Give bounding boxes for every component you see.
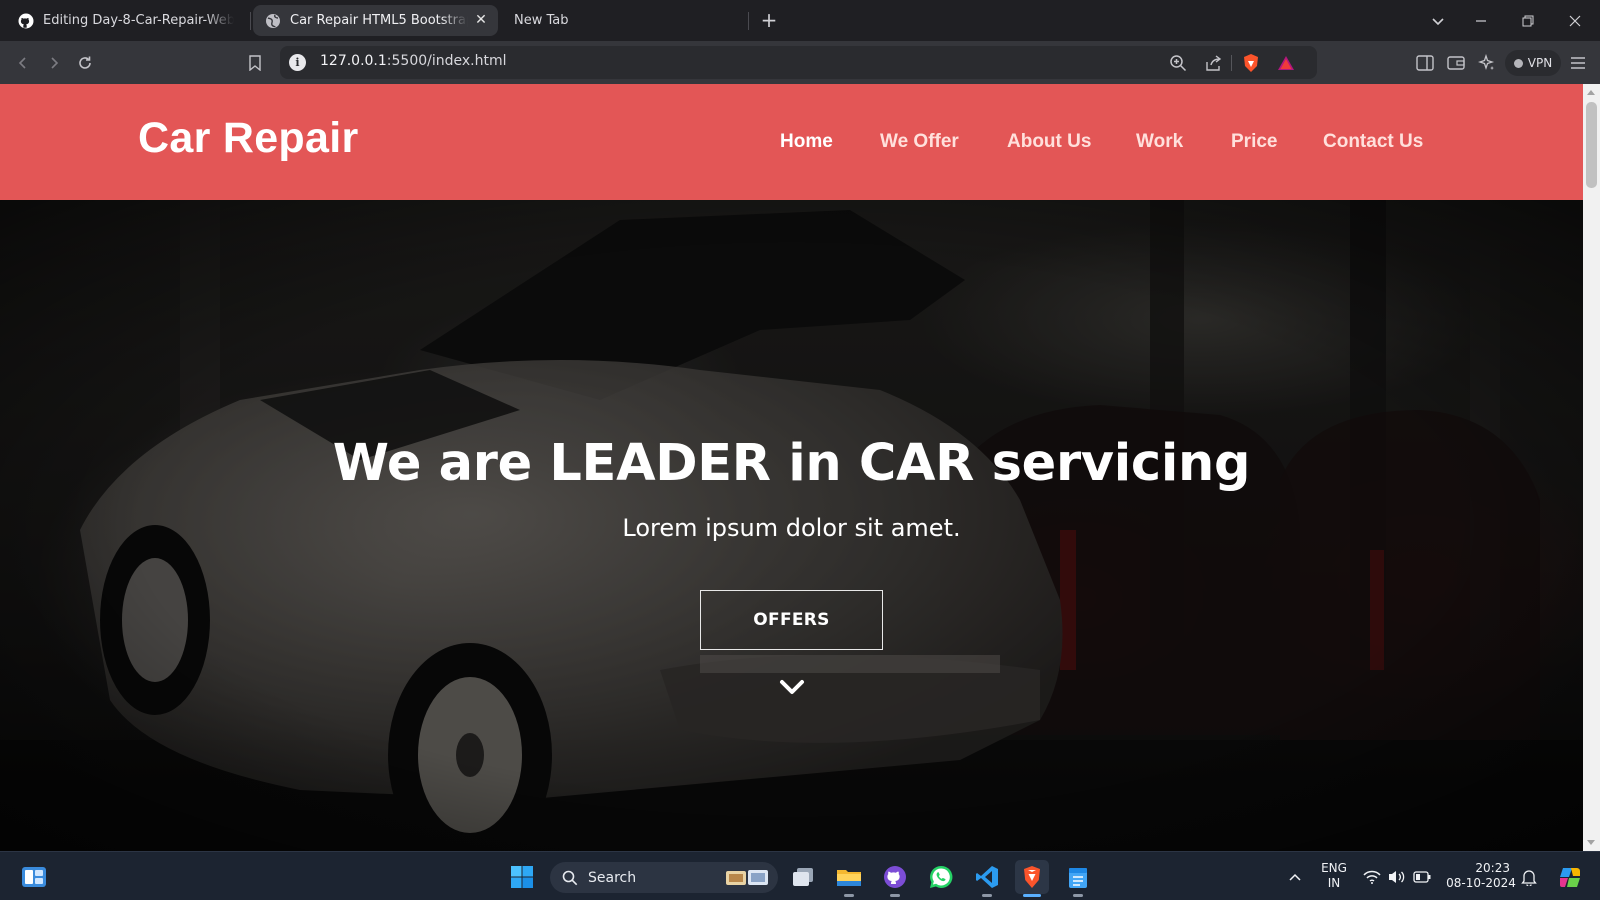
wallet-icon[interactable] bbox=[1443, 50, 1469, 76]
hero-subtitle: Lorem ipsum dolor sit amet. bbox=[622, 514, 961, 542]
wifi-icon[interactable] bbox=[1362, 867, 1382, 887]
tab-new-tab[interactable]: New Tab bbox=[500, 5, 740, 36]
close-window-icon[interactable] bbox=[1562, 8, 1588, 34]
task-view-icon[interactable] bbox=[786, 860, 820, 894]
tab-title: Car Repair HTML5 Bootstrap Te bbox=[290, 13, 468, 28]
vpn-label: VPN bbox=[1527, 56, 1553, 70]
widgets-icon[interactable] bbox=[17, 860, 51, 894]
sidebar-toggle-icon[interactable] bbox=[1412, 50, 1438, 76]
offers-button[interactable]: OFFERS bbox=[700, 590, 883, 650]
scrollbar-thumb[interactable] bbox=[1586, 102, 1597, 188]
tab-separator bbox=[748, 12, 749, 30]
notepad-icon[interactable] bbox=[1061, 860, 1095, 897]
url-host: 127.0.0.1 bbox=[320, 53, 387, 69]
brave-icon[interactable] bbox=[1015, 860, 1049, 897]
hero-title: We are LEADER in CAR servicing bbox=[332, 434, 1251, 493]
tab-search-chevron-icon[interactable] bbox=[1425, 8, 1451, 34]
brave-shields-icon[interactable] bbox=[1238, 50, 1264, 76]
copilot-icon[interactable] bbox=[1557, 864, 1583, 890]
vpn-button[interactable]: VPN bbox=[1505, 50, 1561, 76]
vscode-icon[interactable] bbox=[970, 860, 1004, 897]
restore-icon[interactable] bbox=[1515, 8, 1541, 34]
browser-toolbar: i 127.0.0.1:5500/index.html VPN bbox=[0, 41, 1600, 84]
tab-title: New Tab bbox=[514, 13, 569, 28]
start-icon[interactable] bbox=[505, 860, 539, 894]
browser-tab-strip: Editing Day-8-Car-Repair-Website-T Car R… bbox=[0, 0, 1600, 41]
region-code: IN bbox=[1327, 876, 1341, 890]
tab-car-repair[interactable]: Car Repair HTML5 Bootstrap Te ✕ bbox=[253, 5, 498, 36]
clock[interactable]: 20:23 08-10-2024 bbox=[1444, 861, 1518, 891]
nav-link-price[interactable]: Price bbox=[1231, 131, 1277, 153]
forward-arrow-icon[interactable] bbox=[41, 50, 67, 76]
omnibox-divider bbox=[1231, 55, 1232, 71]
zoom-icon[interactable] bbox=[1165, 50, 1191, 76]
nav-link-contact-us[interactable]: Contact Us bbox=[1323, 131, 1423, 153]
nav-link-about-us[interactable]: About Us bbox=[1007, 131, 1091, 153]
tab-separator bbox=[250, 12, 251, 30]
page-viewport: Car Repair Home We Offer About Us Work P… bbox=[0, 84, 1583, 851]
scroll-up-arrow-icon[interactable] bbox=[1587, 90, 1595, 95]
share-icon[interactable] bbox=[1200, 50, 1226, 76]
github-icon bbox=[18, 13, 34, 29]
menu-icon[interactable] bbox=[1565, 50, 1591, 76]
language-code: ENG bbox=[1321, 861, 1347, 875]
globe-icon bbox=[265, 13, 281, 29]
bookmark-icon[interactable] bbox=[242, 50, 268, 76]
running-indicator bbox=[982, 894, 992, 897]
running-indicator bbox=[1073, 894, 1083, 897]
back-arrow-icon[interactable] bbox=[10, 50, 36, 76]
site-brand-logo[interactable]: Car Repair bbox=[138, 114, 358, 163]
url-path: :5500/index.html bbox=[386, 53, 507, 69]
running-indicator bbox=[844, 894, 854, 897]
clock-date: 08-10-2024 bbox=[1446, 876, 1516, 890]
leo-ai-icon[interactable] bbox=[1474, 50, 1500, 76]
notification-bell-icon[interactable] bbox=[1519, 867, 1539, 887]
nav-link-we-offer[interactable]: We Offer bbox=[880, 131, 959, 153]
tab-editing-repo[interactable]: Editing Day-8-Car-Repair-Website-T bbox=[6, 5, 246, 36]
tab-title: Editing Day-8-Car-Repair-Website-T bbox=[43, 13, 234, 28]
site-info-icon[interactable]: i bbox=[289, 54, 306, 71]
reload-icon[interactable] bbox=[72, 50, 98, 76]
nav-link-home[interactable]: Home bbox=[780, 131, 833, 153]
taskbar-search-box[interactable]: Search bbox=[550, 862, 778, 893]
address-bar[interactable]: i 127.0.0.1:5500/index.html bbox=[280, 46, 1317, 79]
running-indicator bbox=[890, 894, 900, 897]
running-indicator bbox=[1023, 894, 1041, 897]
site-navbar: Car Repair Home We Offer About Us Work P… bbox=[0, 84, 1583, 200]
windows-taskbar: Search ENG IN 20:23 08-10-2024 bbox=[0, 851, 1600, 900]
search-label: Search bbox=[588, 869, 637, 886]
brave-rewards-icon[interactable] bbox=[1273, 50, 1299, 76]
url-text[interactable]: 127.0.0.1:5500/index.html bbox=[320, 53, 507, 69]
vpn-status-icon bbox=[1513, 58, 1523, 68]
search-icon bbox=[562, 870, 578, 885]
close-icon[interactable]: ✕ bbox=[472, 11, 490, 29]
new-tab-plus-icon[interactable]: + bbox=[757, 8, 781, 32]
minimize-icon[interactable] bbox=[1468, 8, 1494, 34]
input-language-indicator[interactable]: ENG IN bbox=[1317, 861, 1351, 891]
volume-icon[interactable] bbox=[1387, 867, 1407, 887]
chevron-down-icon[interactable] bbox=[777, 676, 807, 700]
page-scrollbar[interactable] bbox=[1583, 84, 1600, 851]
nav-link-work[interactable]: Work bbox=[1136, 131, 1183, 153]
show-hidden-icons-chevron-icon[interactable] bbox=[1285, 867, 1305, 887]
hero-section: We are LEADER in CAR servicing Lorem ips… bbox=[0, 200, 1583, 851]
file-explorer-icon[interactable] bbox=[832, 860, 866, 897]
battery-icon[interactable] bbox=[1412, 867, 1432, 887]
whatsapp-icon[interactable] bbox=[924, 860, 958, 894]
clock-time: 20:23 bbox=[1475, 861, 1510, 875]
scroll-down-arrow-icon[interactable] bbox=[1587, 840, 1595, 845]
search-highlight-icon bbox=[726, 870, 768, 885]
github-desktop-icon[interactable] bbox=[878, 860, 912, 897]
